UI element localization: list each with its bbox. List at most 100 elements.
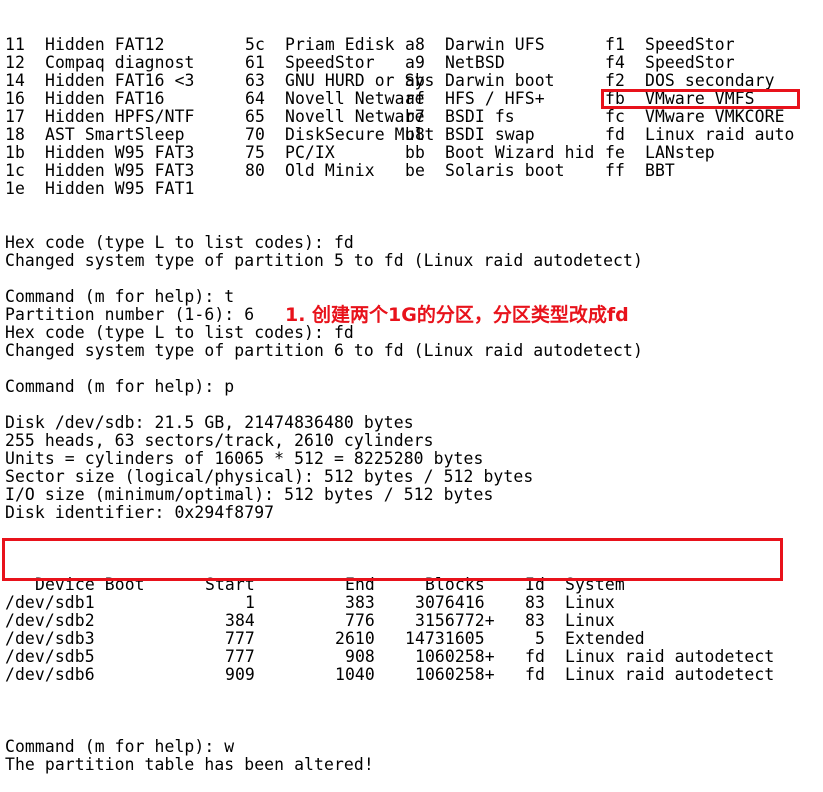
type-name: LANstep <box>645 143 715 162</box>
type-name: SpeedStor <box>645 53 735 72</box>
end-cell: 908 <box>345 647 375 666</box>
type-name: Darwin UFS <box>445 35 545 54</box>
end-cell: 776 <box>345 611 375 630</box>
partition-type-row: 1c Hidden W95 FAT3 80 Old Minix be Solaris bo… <box>5 161 675 180</box>
type-code: 65 <box>245 107 265 126</box>
type-code: 64 <box>245 89 265 108</box>
terminal-line: Units = cylinders of 16065 * 512 = 82252… <box>5 449 484 468</box>
type-code: be <box>405 161 425 180</box>
terminal-line: I/O size (minimum/optimal): 512 bytes / … <box>5 485 494 504</box>
start-cell: 777 <box>225 647 255 666</box>
type-code: fe <box>605 143 625 162</box>
partition-table: Device Boot Start End Blocks Id System/dev/sd… <box>5 576 774 684</box>
type-code: bb <box>405 143 425 162</box>
fdisk-closing: Command (m for help): w The partition tab… <box>5 720 643 774</box>
terminal-line: Changed system type of partition 5 to fd… <box>5 251 643 270</box>
type-code: 18 <box>5 125 25 144</box>
type-name: HFS / HFS+ <box>445 89 545 108</box>
start-cell: 909 <box>225 665 255 684</box>
type-name: Hidden HPFS/NTF <box>45 107 195 126</box>
type-name: BSDI swap <box>445 125 535 144</box>
type-code: a9 <box>405 53 425 72</box>
type-code: 70 <box>245 125 265 144</box>
blocks-cell: 1060258+ <box>415 647 495 666</box>
table-row: /dev/sdb5 777 908 1060258+ fd Linux raid auto… <box>5 647 774 666</box>
terminal-line: Command (m for help): w <box>5 737 235 756</box>
system-cell: Linux <box>565 611 615 630</box>
end-cell: 1040 <box>335 665 375 684</box>
type-name: Hidden FAT16 <3 <box>45 71 195 90</box>
type-name: Darwin boot <box>445 71 555 90</box>
id-cell: 83 <box>525 611 545 630</box>
table-row: /dev/sdb6 909 1040 1060258+ fd Linux raid aut… <box>5 665 774 684</box>
fdisk-session: Hex code (type L to list codes): fd Chang… <box>5 234 643 540</box>
type-name: SpeedStor <box>645 35 735 54</box>
type-name: Novell Netware <box>285 107 425 126</box>
type-name: Boot Wizard hid <box>445 143 595 162</box>
device-cell: /dev/sdb5 <box>5 647 95 666</box>
id-cell: 83 <box>525 593 545 612</box>
start-cell: 384 <box>225 611 255 630</box>
terminal-line: Disk identifier: 0x294f8797 <box>5 503 275 522</box>
type-name: Priam Edisk <box>285 35 395 54</box>
type-code: 11 <box>5 35 25 54</box>
table-row: /dev/sdb2 384 776 3156772+ 83 Linux <box>5 612 643 630</box>
terminal-line: Command (m for help): p <box>5 377 235 396</box>
blocks-cell: 3076416 <box>415 593 485 612</box>
system-cell: Linux <box>565 593 615 612</box>
terminal-line: Changed system type of partition 6 to fd… <box>5 341 643 360</box>
system-cell: Linux raid autodetect <box>565 665 775 684</box>
partition-type-row: 18 AST SmartSleep 70 DiskSecure Mult b8 BSDI … <box>5 125 794 144</box>
annotation-note: 1. 创建两个1G的分区，分区类型改成fd <box>285 304 629 326</box>
type-code: 75 <box>245 143 265 162</box>
type-code: 61 <box>245 53 265 72</box>
type-code: af <box>405 89 425 108</box>
device-cell: /dev/sdb2 <box>5 611 95 630</box>
highlight-raid-partitions <box>2 538 783 581</box>
type-name: DOS secondary <box>645 71 775 90</box>
partition-type-list: 11 Hidden FAT12 5c Priam Edisk a8 Darwin UFS f… <box>5 35 794 198</box>
type-code: 16 <box>5 89 25 108</box>
type-code: 80 <box>245 161 265 180</box>
type-name: VMware VMKCORE <box>645 107 785 126</box>
type-code: b7 <box>405 107 425 126</box>
type-code: 1e <box>5 179 25 198</box>
device-cell: /dev/sdb1 <box>5 593 95 612</box>
type-code: f4 <box>605 53 625 72</box>
type-code: 12 <box>5 53 25 72</box>
blocks-cell: 1060258+ <box>415 665 495 684</box>
terminal-line: The partition table has been altered! <box>5 755 374 774</box>
id-cell: fd <box>525 665 545 684</box>
terminal-line: Hex code (type L to list codes): fd <box>5 233 354 252</box>
start-cell: 777 <box>225 629 255 648</box>
type-name: NetBSD <box>445 53 505 72</box>
partition-type-row: 12 Compaq diagnost 61 SpeedStor a9 NetBSD f4 Sp… <box>5 53 735 72</box>
blocks-cell: 3156772+ <box>415 611 495 630</box>
partition-type-row: 17 Hidden HPFS/NTF 65 Novell Netware b7 BSDI … <box>5 107 784 126</box>
partition-type-row: 16 Hidden FAT16 64 Novell Netware af HFS / HF… <box>5 89 755 108</box>
type-name: Novell Netware <box>285 89 425 108</box>
type-name: BBT <box>645 161 675 180</box>
type-code: 1c <box>5 161 25 180</box>
type-code: 63 <box>245 71 265 90</box>
type-name: Hidden FAT16 <box>45 89 165 108</box>
type-name: PC/IX <box>285 143 335 162</box>
type-name: Linux raid auto <box>645 125 795 144</box>
type-code: fd <box>605 125 625 144</box>
partition-type-row: 14 Hidden FAT16 <3 63 GNU HURD or Sys ab Darw… <box>5 71 774 90</box>
partition-type-row: 1e Hidden W95 FAT1 <box>5 180 643 198</box>
table-row: /dev/sdb1 1 383 3076416 83 Linux <box>5 594 643 612</box>
type-name: Compaq diagnost <box>45 53 195 72</box>
type-code: f1 <box>605 35 625 54</box>
terminal-line: 255 heads, 63 sectors/track, 2610 cylind… <box>5 431 434 450</box>
system-cell: Extended <box>565 629 645 648</box>
type-code: b8 <box>405 125 425 144</box>
device-cell: /dev/sdb6 <box>5 665 95 684</box>
device-cell: /dev/sdb3 <box>5 629 95 648</box>
type-name: AST SmartSleep <box>45 125 185 144</box>
type-name: Hidden W95 FAT3 <box>45 143 195 162</box>
